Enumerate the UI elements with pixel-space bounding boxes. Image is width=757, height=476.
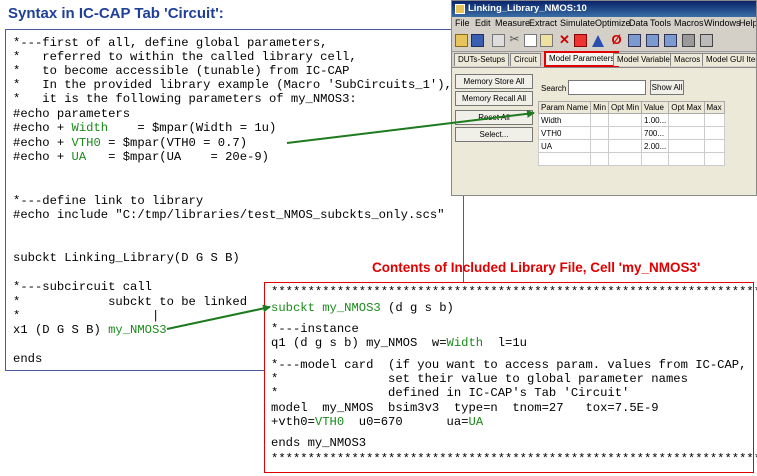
arrow-to-library-cell [166, 304, 271, 330]
arrow-to-parameter-table [286, 109, 535, 144]
connector-arrows [166, 109, 535, 330]
